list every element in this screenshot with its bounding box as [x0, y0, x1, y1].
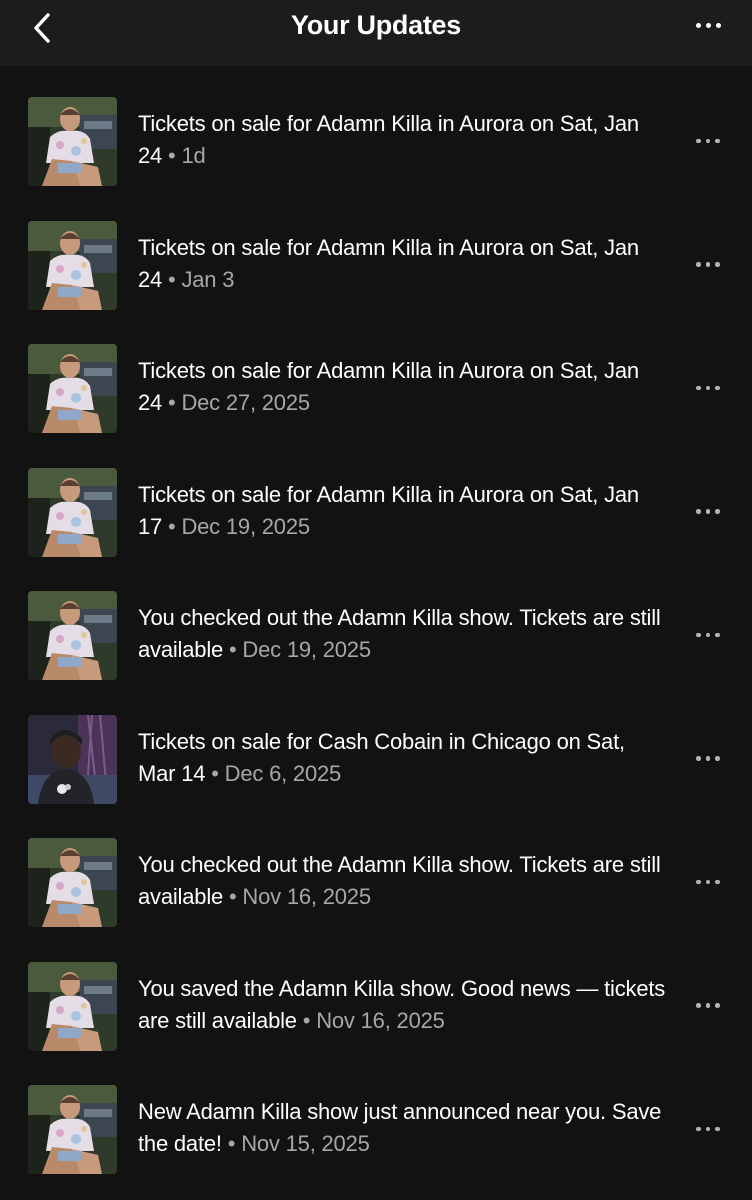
more-horizontal-icon	[695, 22, 721, 28]
update-text: Tickets on sale for Adamn Killa in Auror…	[138, 479, 668, 543]
update-date: Dec 6, 2025	[224, 760, 342, 786]
more-horizontal-icon	[696, 509, 720, 514]
separator-dot: •	[228, 884, 237, 909]
item-more-button[interactable]	[684, 742, 732, 776]
update-date: Dec 19, 2025	[181, 513, 310, 539]
item-more-button[interactable]	[684, 248, 732, 282]
update-item[interactable]: Tickets on sale for Adamn Killa in Auror…	[0, 80, 752, 204]
more-horizontal-icon	[696, 385, 720, 391]
update-item[interactable]: You checked out the Adamn Killa show. Ti…	[0, 821, 752, 945]
artist-image	[28, 467, 117, 557]
artist-image	[28, 97, 117, 186]
update-date: 1d	[181, 143, 206, 168]
item-more-button[interactable]	[684, 865, 732, 899]
artist-image	[28, 714, 117, 804]
update-text: Tickets on sale for Adamn Killa in Auror…	[138, 108, 668, 172]
top-bar: Your Updates	[0, 0, 752, 66]
separator-dot: •	[168, 143, 176, 168]
item-more-button[interactable]	[684, 1112, 732, 1146]
item-more-button[interactable]	[684, 989, 732, 1023]
artist-image	[28, 838, 117, 927]
artist-image	[28, 1085, 117, 1174]
update-item[interactable]: Tickets on sale for Adamn Killa in Auror…	[0, 327, 752, 451]
update-text: Tickets on sale for Cash Cobain in Chica…	[138, 726, 668, 790]
separator-dot: •	[168, 390, 176, 415]
updates-list: Tickets on sale for Adamn Killa in Auror…	[0, 80, 752, 1192]
item-more-button[interactable]	[684, 124, 732, 158]
separator-dot: •	[168, 266, 176, 292]
update-text: Tickets on sale for Adamn Killa in Auror…	[138, 355, 668, 419]
item-more-button[interactable]	[684, 371, 732, 405]
update-message: Tickets on sale for Adamn Killa in Auror…	[138, 111, 639, 168]
artist-image	[28, 961, 117, 1051]
update-message: You checked out the Adamn Killa show. Ti…	[138, 852, 661, 909]
update-item[interactable]: Tickets on sale for Cash Cobain in Chica…	[0, 698, 752, 822]
update-text: You checked out the Adamn Killa show. Ti…	[138, 849, 668, 913]
artist-image	[28, 344, 117, 433]
separator-dot: •	[168, 513, 176, 539]
more-horizontal-icon	[696, 632, 720, 638]
separator-dot: •	[227, 1131, 236, 1156]
update-date: Jan 3	[181, 266, 235, 292]
update-text: New Adamn Killa show just announced near…	[138, 1096, 668, 1160]
update-message: You checked out the Adamn Killa show. Ti…	[138, 605, 661, 662]
more-horizontal-icon	[696, 756, 720, 761]
update-item[interactable]: Tickets on sale for Adamn Killa in Auror…	[0, 451, 752, 575]
update-date: Nov 16, 2025	[316, 1007, 445, 1033]
update-date: Dec 27, 2025	[181, 390, 310, 415]
update-item[interactable]: You checked out the Adamn Killa show. Ti…	[0, 574, 752, 698]
more-horizontal-icon	[696, 879, 720, 885]
item-more-button[interactable]	[684, 495, 732, 529]
update-text: You saved the Adamn Killa show. Good new…	[138, 973, 668, 1037]
separator-dot: •	[228, 637, 237, 662]
item-more-button[interactable]	[684, 618, 732, 652]
update-item[interactable]: New Adamn Killa show just announced near…	[0, 1068, 752, 1192]
separator-dot: •	[211, 760, 219, 786]
separator-dot: •	[302, 1007, 311, 1033]
page-title: Your Updates	[291, 10, 461, 40]
update-message: New Adamn Killa show just announced near…	[138, 1099, 662, 1156]
update-date: Dec 19, 2025	[242, 637, 371, 662]
update-text: You checked out the Adamn Killa show. Ti…	[138, 602, 668, 666]
more-horizontal-icon	[696, 1126, 720, 1132]
update-item[interactable]: You saved the Adamn Killa show. Good new…	[0, 945, 752, 1069]
update-date: Nov 15, 2025	[241, 1131, 370, 1156]
update-date: Nov 16, 2025	[242, 884, 371, 909]
artist-image	[28, 220, 117, 310]
update-item[interactable]: Tickets on sale for Adamn Killa in Auror…	[0, 204, 752, 328]
more-options-button[interactable]	[684, 8, 732, 42]
more-horizontal-icon	[696, 262, 720, 267]
more-horizontal-icon	[696, 1003, 720, 1008]
more-horizontal-icon	[696, 138, 720, 144]
update-text: Tickets on sale for Adamn Killa in Auror…	[138, 232, 668, 296]
artist-image	[28, 591, 117, 680]
